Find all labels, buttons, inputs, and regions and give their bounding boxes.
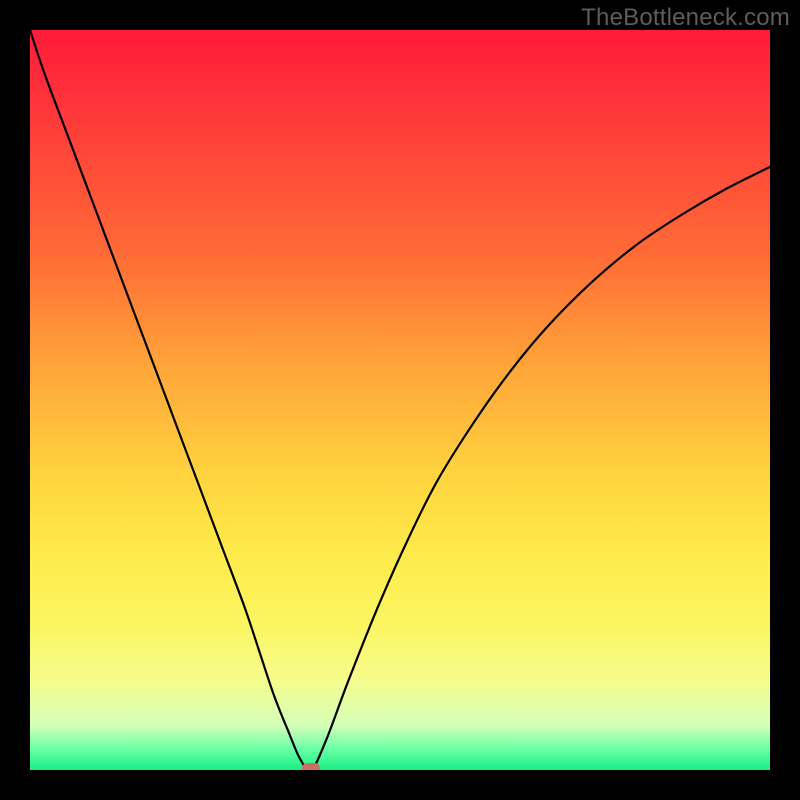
curve-layer (30, 30, 770, 770)
chart-frame: TheBottleneck.com (0, 0, 800, 800)
bottleneck-curve (30, 30, 770, 770)
plot-area (30, 30, 770, 770)
optimal-point-marker (302, 763, 320, 770)
watermark-text: TheBottleneck.com (581, 4, 790, 32)
